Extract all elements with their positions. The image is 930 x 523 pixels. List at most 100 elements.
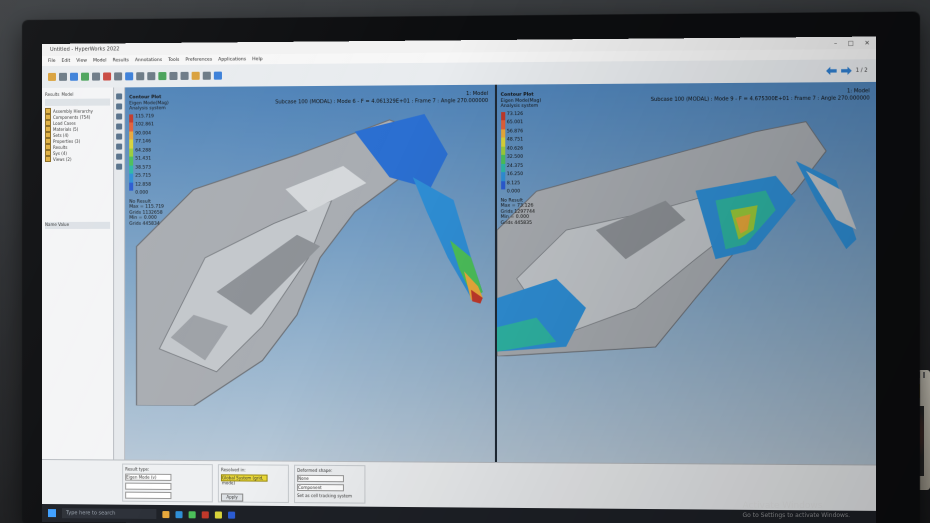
menu-preferences[interactable]: Preferences	[185, 57, 212, 62]
import-icon[interactable]	[69, 72, 78, 81]
excel-icon[interactable]	[188, 510, 196, 518]
apply-button[interactable]: Apply	[220, 493, 244, 502]
save-icon[interactable]	[58, 72, 67, 81]
file-explorer-icon[interactable]	[162, 510, 170, 518]
legend-system: Analysis system	[129, 106, 166, 112]
menu-results[interactable]: Results	[113, 58, 129, 63]
window-title: Untitled - HyperWorks 2022	[49, 46, 120, 53]
menu-annotations[interactable]: Annotations	[135, 57, 162, 62]
animate-icon[interactable]	[103, 72, 112, 81]
legend-swatch	[500, 111, 505, 121]
legend-value: 77.146	[135, 139, 152, 145]
page-navigator: 1 / 2	[826, 66, 876, 75]
color-icon[interactable]	[116, 143, 123, 150]
legend-value: 65.001	[506, 120, 524, 126]
rotate-icon[interactable]	[114, 72, 123, 81]
measure-icon[interactable]	[191, 71, 200, 80]
view-front-icon[interactable]	[169, 71, 178, 81]
cell-tracking-checkbox[interactable]: Set as cell tracking system	[297, 493, 362, 499]
legend-grids-min: Grids 445834	[129, 221, 160, 227]
result-type-label: Result type:	[125, 466, 150, 472]
legend-swatch	[500, 120, 505, 129]
menu-applications[interactable]: Applications	[218, 57, 246, 62]
menu-tools[interactable]: Tools	[168, 57, 179, 62]
left-viewport[interactable]: Contour Plot Eigen Mode(Mag) Analysis sy…	[125, 84, 497, 466]
page-number: 1 / 2	[855, 67, 868, 74]
menu-file[interactable]: File	[48, 58, 56, 63]
legend-value: 73.126	[506, 111, 524, 117]
browser-item-label: Materials (5)	[52, 126, 79, 132]
legend-scale: 73.126 65.001 56.876 48.751 40.626 32.50…	[500, 111, 542, 198]
legend-value: 12.858	[135, 182, 152, 188]
right-contour-legend: Contour Plot Eigen Mode(Mag) Analysis sy…	[500, 93, 542, 227]
legend-value: 38.573	[135, 165, 152, 171]
watermark-subtitle: Go to Settings to activate Windows.	[742, 512, 850, 519]
hyperworks-icon[interactable]	[228, 511, 236, 519]
legend-value: 32.500	[506, 154, 524, 160]
select-icon[interactable]	[116, 93, 123, 100]
color-select[interactable]: Component	[297, 483, 344, 492]
minimize-button[interactable]: –	[834, 39, 837, 46]
left-model-render	[125, 113, 483, 408]
close-button[interactable]: ✕	[864, 39, 869, 46]
previous-page-icon[interactable]	[826, 67, 837, 75]
menu-help[interactable]: Help	[252, 57, 262, 62]
legend-value: 40.626	[506, 146, 524, 152]
legend-value: 56.876	[506, 128, 524, 134]
legend-color-scale	[129, 113, 134, 199]
folder-icon	[44, 155, 51, 162]
deform-icon[interactable]	[92, 72, 101, 81]
legend-value: 24.375	[506, 163, 524, 169]
browser-item-label: Components (754)	[52, 114, 91, 120]
taskbar-search[interactable]: Type here to search	[61, 508, 157, 520]
shaded-icon[interactable]	[116, 163, 123, 170]
right-model-render	[496, 82, 856, 357]
view-iso-icon[interactable]	[158, 72, 167, 81]
result-type-select[interactable]: Eigen Mode (v)	[125, 473, 172, 481]
zoom-icon[interactable]	[136, 72, 145, 81]
photo-scene: Untitled - HyperWorks 2022 – □ ✕ File Ed…	[0, 0, 930, 523]
view-side-icon[interactable]	[180, 71, 189, 80]
open-icon[interactable]	[47, 72, 56, 81]
next-page-icon[interactable]	[841, 67, 852, 75]
contour-icon[interactable]	[81, 72, 90, 81]
result-averaging-select[interactable]	[125, 491, 172, 500]
chrome-icon[interactable]	[201, 510, 209, 518]
show-select[interactable]: None	[297, 474, 344, 483]
right-viewport[interactable]: Contour Plot Eigen Mode(Mag) Analysis sy…	[496, 81, 877, 468]
resolved-in-select[interactable]: Global System (grid, mode)	[220, 474, 268, 485]
menu-model[interactable]: Model	[93, 58, 107, 63]
menu-edit[interactable]: Edit	[62, 58, 71, 63]
browser-item[interactable]: Views (2)	[44, 155, 110, 162]
pan-icon[interactable]	[125, 72, 134, 81]
legend-swatch	[500, 163, 505, 173]
result-component-select[interactable]	[125, 482, 172, 490]
tab-results[interactable]: Results	[45, 91, 59, 96]
hide-icon[interactable]	[116, 103, 123, 110]
subcase-label: Subcase 100 (MODAL) : Mode 9 - F = 4.675…	[650, 95, 870, 103]
edge-icon[interactable]	[175, 510, 183, 518]
legend-value: 102.861	[135, 122, 154, 128]
legend-swatch	[129, 182, 134, 191]
vertical-toolbar	[114, 87, 126, 463]
browser-item-label: Sets (4)	[52, 132, 69, 138]
isolate-icon[interactable]	[116, 113, 123, 120]
show-all-icon[interactable]	[116, 123, 123, 130]
legend-swatch	[129, 148, 134, 157]
watermark-title: Activate Windows	[742, 501, 823, 511]
legend-value: 16.250	[506, 172, 524, 178]
section-icon[interactable]	[202, 71, 211, 80]
windows-start-icon[interactable]	[47, 509, 56, 518]
note-icon[interactable]	[213, 71, 222, 80]
fit-icon[interactable]	[147, 72, 156, 81]
legend-color-scale	[500, 111, 505, 198]
tab-model[interactable]: Model	[61, 91, 73, 96]
browser-item-label: Assembly Hierarchy	[52, 108, 93, 114]
mask-icon[interactable]	[116, 133, 123, 140]
wireframe-icon[interactable]	[116, 153, 123, 160]
legend-swatch	[500, 128, 505, 138]
maximize-button[interactable]: □	[848, 39, 854, 46]
menu-view[interactable]: View	[76, 58, 87, 63]
browser-search[interactable]	[44, 98, 111, 106]
app-icon[interactable]	[214, 510, 222, 519]
